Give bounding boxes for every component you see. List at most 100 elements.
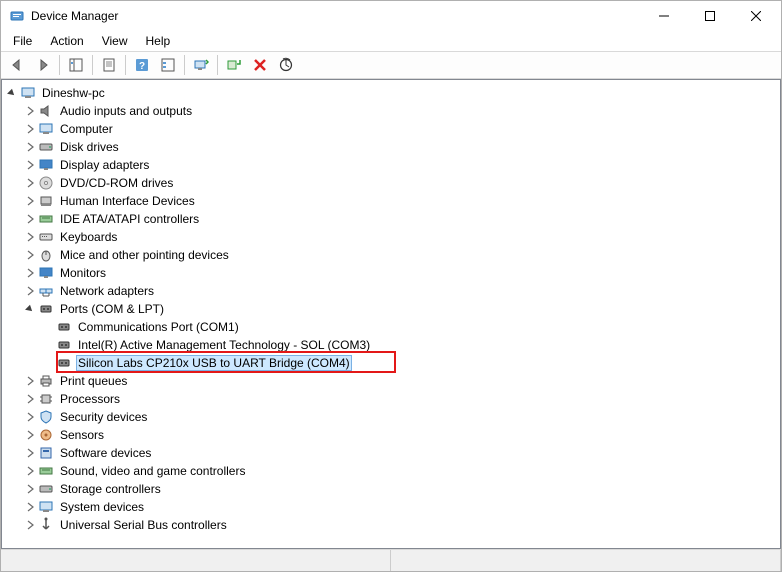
- device-tree-pane[interactable]: Dineshw-pc Audio inputs and outputsCompu…: [1, 79, 781, 549]
- window-title: Device Manager: [31, 9, 641, 23]
- tree-category[interactable]: Processors: [2, 390, 780, 408]
- tree-category[interactable]: Keyboards: [2, 228, 780, 246]
- menu-action[interactable]: Action: [42, 32, 91, 50]
- category-icon: [38, 229, 54, 245]
- toolbar-separator: [217, 55, 218, 75]
- tree-category[interactable]: Audio inputs and outputs: [2, 102, 780, 120]
- svg-text:?: ?: [139, 61, 145, 72]
- tree-category[interactable]: IDE ATA/ATAPI controllers: [2, 210, 780, 228]
- expand-icon[interactable]: [22, 121, 38, 137]
- titlebar: Device Manager: [1, 1, 781, 31]
- category-icon: [38, 463, 54, 479]
- tree-category-label: Monitors: [58, 266, 108, 280]
- tree-category[interactable]: Print queues: [2, 372, 780, 390]
- tree-category[interactable]: DVD/CD-ROM drives: [2, 174, 780, 192]
- menubar: File Action View Help: [1, 31, 781, 51]
- tree-category[interactable]: Sound, video and game controllers: [2, 462, 780, 480]
- tree-category[interactable]: System devices: [2, 498, 780, 516]
- expand-icon[interactable]: [22, 499, 38, 515]
- category-icon: [38, 265, 54, 281]
- tree-category-label: Network adapters: [58, 284, 156, 298]
- expand-icon[interactable]: [22, 265, 38, 281]
- action-button[interactable]: [156, 53, 180, 77]
- tree-category-label: Ports (COM & LPT): [58, 302, 166, 316]
- tree-category[interactable]: Computer: [2, 120, 780, 138]
- close-button[interactable]: [733, 1, 779, 31]
- expand-icon[interactable]: [22, 229, 38, 245]
- expand-icon[interactable]: [22, 409, 38, 425]
- statusbar-pane: [391, 550, 781, 571]
- category-icon: [38, 193, 54, 209]
- expand-icon[interactable]: [22, 157, 38, 173]
- expand-icon[interactable]: [22, 247, 38, 263]
- expand-icon[interactable]: [22, 391, 38, 407]
- menu-file[interactable]: File: [5, 32, 40, 50]
- tree-device[interactable]: Intel(R) Active Management Technology - …: [2, 336, 780, 354]
- tree-root[interactable]: Dineshw-pc: [2, 84, 780, 102]
- expand-icon[interactable]: [22, 193, 38, 209]
- tree-device[interactable]: Communications Port (COM1): [2, 318, 780, 336]
- scan-hardware-button[interactable]: [274, 53, 298, 77]
- tree-category[interactable]: Disk drives: [2, 138, 780, 156]
- tree-device-label: Intel(R) Active Management Technology - …: [76, 338, 372, 352]
- enable-device-button[interactable]: [222, 53, 246, 77]
- tree-category-label: Universal Serial Bus controllers: [58, 518, 229, 532]
- tree-category-label: Display adapters: [58, 158, 151, 172]
- expand-icon[interactable]: [22, 481, 38, 497]
- category-icon: [38, 481, 54, 497]
- update-driver-button[interactable]: [189, 53, 213, 77]
- tree-category[interactable]: Network adapters: [2, 282, 780, 300]
- category-icon: [38, 139, 54, 155]
- expand-icon[interactable]: [22, 103, 38, 119]
- expand-icon[interactable]: [22, 427, 38, 443]
- properties-button[interactable]: [97, 53, 121, 77]
- menu-help[interactable]: Help: [138, 32, 179, 50]
- expand-icon[interactable]: [22, 139, 38, 155]
- app-icon: [9, 8, 25, 24]
- tree-category-label: IDE ATA/ATAPI controllers: [58, 212, 201, 226]
- tree-category[interactable]: Universal Serial Bus controllers: [2, 516, 780, 534]
- port-icon: [56, 355, 72, 371]
- tree-category[interactable]: Monitors: [2, 264, 780, 282]
- menu-view[interactable]: View: [94, 32, 136, 50]
- expand-icon[interactable]: [22, 445, 38, 461]
- expand-icon[interactable]: [22, 211, 38, 227]
- tree-category[interactable]: Sensors: [2, 426, 780, 444]
- collapse-icon[interactable]: [4, 85, 20, 101]
- minimize-button[interactable]: [641, 1, 687, 31]
- toolbar-separator: [92, 55, 93, 75]
- category-icon: [38, 499, 54, 515]
- expand-icon[interactable]: [22, 463, 38, 479]
- expand-icon[interactable]: [22, 373, 38, 389]
- tree-category[interactable]: Security devices: [2, 408, 780, 426]
- tree-category[interactable]: Human Interface Devices: [2, 192, 780, 210]
- tree-category-label: Software devices: [58, 446, 153, 460]
- tree-category[interactable]: Software devices: [2, 444, 780, 462]
- tree-category-label: Sensors: [58, 428, 106, 442]
- tree-category[interactable]: Mice and other pointing devices: [2, 246, 780, 264]
- tree-category-label: Keyboards: [58, 230, 119, 244]
- uninstall-device-button[interactable]: [248, 53, 272, 77]
- tree-category-label: Processors: [58, 392, 122, 406]
- category-icon: [38, 247, 54, 263]
- tree-category-ports[interactable]: Ports (COM & LPT): [2, 300, 780, 318]
- expand-icon[interactable]: [22, 175, 38, 191]
- back-button[interactable]: [5, 53, 29, 77]
- tree-category[interactable]: Storage controllers: [2, 480, 780, 498]
- forward-button[interactable]: [31, 53, 55, 77]
- tree-device-selected[interactable]: Silicon Labs CP210x USB to UART Bridge (…: [2, 354, 780, 372]
- category-icon: [38, 157, 54, 173]
- tree-category[interactable]: Display adapters: [2, 156, 780, 174]
- category-icon: [38, 391, 54, 407]
- collapse-icon[interactable]: [22, 301, 38, 317]
- tree-category-label: System devices: [58, 500, 146, 514]
- expand-icon[interactable]: [22, 517, 38, 533]
- expand-icon[interactable]: [22, 283, 38, 299]
- show-hide-tree-button[interactable]: [64, 53, 88, 77]
- toolbar-separator: [125, 55, 126, 75]
- statusbar-pane: [1, 550, 391, 571]
- tree-category-label: Security devices: [58, 410, 149, 424]
- tree-category-label: Storage controllers: [58, 482, 163, 496]
- help-button[interactable]: ?: [130, 53, 154, 77]
- maximize-button[interactable]: [687, 1, 733, 31]
